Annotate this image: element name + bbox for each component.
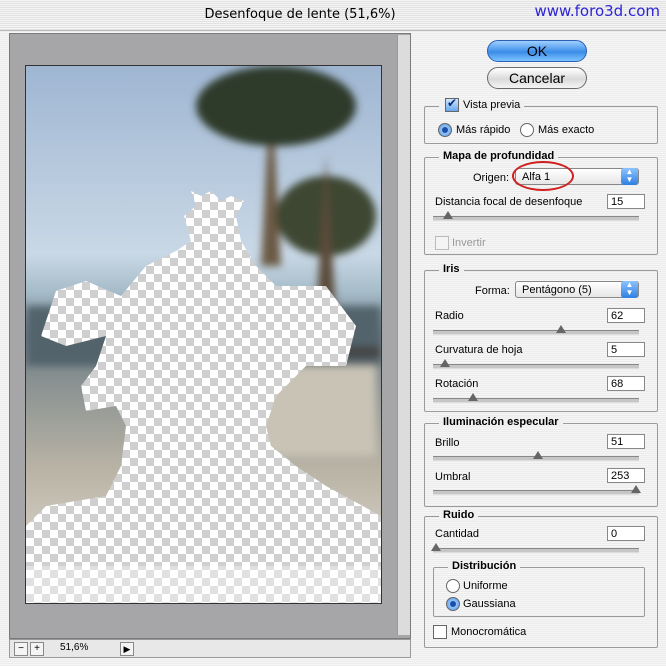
threshold-input[interactable]: 253: [607, 468, 645, 483]
blade-curvature-label: Curvatura de hoja: [435, 344, 523, 356]
distribution-group: Distribución Uniforme Gaussiana: [433, 560, 645, 617]
blade-curvature-input[interactable]: 5: [607, 342, 645, 357]
faster-radio[interactable]: [438, 123, 452, 137]
monochromatic-checkbox[interactable]: [433, 625, 447, 639]
preview-options-group: Vista previa Más rápido Más exacto: [424, 96, 658, 144]
radius-label: Radio: [435, 310, 464, 322]
specular-legend: Iluminación especular: [439, 416, 563, 428]
noise-group: Ruido Cantidad 0 Distribución Uniforme G…: [424, 509, 658, 648]
shape-value: Pentágono (5): [522, 284, 592, 296]
amount-label: Cantidad: [435, 528, 480, 540]
amount-thumb[interactable]: [431, 543, 441, 551]
focal-distance-label: Distancia focal de desenfoque: [435, 196, 583, 208]
radius-slider[interactable]: [433, 325, 639, 335]
threshold-label: Umbral: [435, 471, 471, 483]
zoom-in-button[interactable]: +: [30, 642, 44, 656]
noise-legend: Ruido: [439, 509, 479, 521]
preview-checkbox[interactable]: [445, 96, 459, 112]
amount-input[interactable]: 0: [607, 526, 645, 541]
blade-curvature-slider[interactable]: [433, 359, 639, 369]
rotation-label: Rotación: [435, 378, 479, 390]
rotation-input[interactable]: 68: [607, 376, 645, 391]
brightness-input[interactable]: 51: [607, 434, 645, 449]
radius-input[interactable]: 62: [607, 308, 645, 323]
rotation-slider[interactable]: [433, 393, 639, 403]
monochromatic-label: Monocromática: [451, 626, 527, 638]
threshold-thumb[interactable]: [631, 485, 641, 493]
uniform-radio[interactable]: [446, 579, 460, 593]
focal-distance-input[interactable]: 15: [607, 194, 645, 209]
brightness-label: Brillo: [435, 437, 460, 449]
window-title: Desenfoque de lente (51,6%): [204, 7, 396, 22]
source-label: Origen:: [473, 172, 510, 184]
title-bar: Desenfoque de lente (51,6%) www.foro3d.c…: [0, 0, 666, 31]
watermark: www.foro3d.com: [534, 2, 660, 20]
blade-curvature-thumb[interactable]: [440, 359, 450, 367]
more-accurate-label: Más exacto: [538, 124, 595, 136]
gaussian-radio[interactable]: [446, 597, 460, 611]
cancel-button[interactable]: Cancelar: [487, 67, 587, 89]
rotation-thumb[interactable]: [468, 393, 478, 401]
preview-image-graphic: [26, 66, 381, 603]
radius-thumb[interactable]: [556, 325, 566, 333]
specular-group: Iluminación especular Brillo 51 Umbral 2…: [424, 416, 658, 507]
threshold-slider[interactable]: [433, 485, 641, 495]
ok-button[interactable]: OK: [487, 40, 587, 62]
select-arrows-icon: ▲ ▼: [621, 281, 638, 298]
uniform-label: Uniforme: [463, 580, 508, 592]
select-arrows-icon: ▲ ▼: [621, 168, 638, 185]
amount-slider[interactable]: [431, 543, 639, 553]
invert-label: Invertir: [452, 237, 486, 249]
gaussian-label: Gaussiana: [463, 598, 516, 610]
shape-label: Forma:: [475, 285, 510, 297]
highlight-ellipse: [512, 161, 574, 191]
focal-distance-thumb[interactable]: [443, 211, 453, 219]
invert-checkbox[interactable]: [435, 236, 449, 250]
more-accurate-radio[interactable]: [520, 123, 534, 137]
preview-image[interactable]: [25, 65, 382, 604]
brightness-slider[interactable]: [433, 451, 639, 461]
preview-scrollbar[interactable]: [397, 35, 410, 635]
zoom-bar: − + 51,6% ▶: [9, 639, 411, 658]
iris-legend: Iris: [439, 263, 464, 275]
faster-label: Más rápido: [456, 124, 511, 136]
brightness-thumb[interactable]: [533, 451, 543, 459]
distribution-legend: Distribución: [448, 560, 521, 572]
zoom-level: 51,6%: [60, 642, 89, 653]
iris-group: Iris Forma: Pentágono (5) ▲ ▼ Radio 62 Cu…: [424, 263, 658, 412]
zoom-out-button[interactable]: −: [14, 642, 28, 656]
focal-distance-slider[interactable]: [433, 211, 639, 221]
zoom-menu-arrow-icon[interactable]: ▶: [120, 642, 134, 656]
shape-select[interactable]: Pentágono (5) ▲ ▼: [515, 281, 639, 298]
